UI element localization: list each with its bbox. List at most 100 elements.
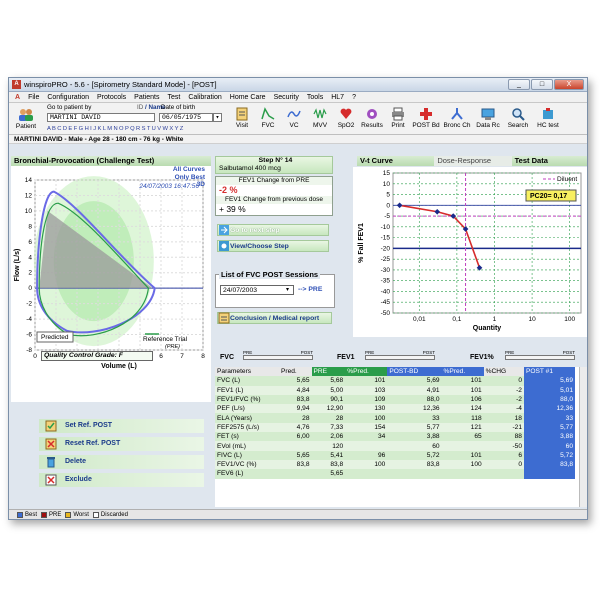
set-ref-post-button[interactable]: Set Ref. POST: [39, 419, 204, 433]
fvc-button[interactable]: FVC: [255, 103, 281, 133]
dob-dropdown-icon[interactable]: ▾: [213, 113, 222, 122]
dose-response-chart[interactable]: 15 10 5 0 -5 -10 -15 -20 -25 -30 -35 -40 -45 -50 0,01 0…: [353, 167, 588, 337]
session-dropdown-icon[interactable]: ▾: [286, 286, 289, 293]
patient-label: Patient: [15, 122, 37, 130]
patient-name-field[interactable]: MARTINI DAVID: [47, 113, 155, 122]
app-menu-icon[interactable]: A: [11, 94, 24, 101]
param-name-cell: FET (s): [215, 432, 279, 442]
legend-pre: (PRE): [165, 344, 180, 350]
menu-home-care[interactable]: Home Care: [226, 94, 270, 101]
patient-button[interactable]: Patient: [9, 104, 43, 134]
table-row[interactable]: FEF2575 (L/s) 4,76 7,33 154 5,77 121 -21 5,77: [215, 422, 575, 433]
value-cell: 60: [523, 441, 575, 451]
col-pred[interactable]: Pred.: [279, 367, 312, 377]
table-row[interactable]: ELA (Years) 28 28 100 33 118 18 33: [215, 413, 575, 423]
y-tick-label: -10: [381, 224, 391, 231]
menu-help[interactable]: ?: [348, 94, 360, 101]
view-step-icon: [219, 241, 229, 251]
value-cell: 101: [345, 376, 388, 386]
alphabet-index[interactable]: A B C D E F G H I J K L M N O P Q R S T …: [47, 126, 183, 132]
menu-calibration[interactable]: Calibration: [184, 94, 225, 101]
flow-volume-chart[interactable]: 14121086420-2-4-6-801234567824/07/2003 1…: [11, 166, 211, 402]
menu-configuration[interactable]: Configuration: [43, 94, 93, 101]
value-cell: 4,76: [279, 422, 312, 433]
view-step-button[interactable]: View/Choose Step: [217, 240, 329, 252]
mvv-button[interactable]: MVV: [307, 103, 333, 133]
x-tick-label: 8: [201, 353, 205, 360]
search-button[interactable]: Search: [503, 103, 533, 133]
table-row[interactable]: FVC (L) 5,65 5,68 101 5,69 101 0 5,69: [215, 376, 575, 386]
table-row[interactable]: PEF (L/s) 9,94 12,90 130 12,36 124 -4 12,36: [215, 404, 575, 414]
hc-test-button[interactable]: HC test: [533, 103, 563, 133]
sessions-label: List of FVC POST Sessions: [219, 270, 321, 279]
menu-test[interactable]: Test: [163, 94, 184, 101]
next-step-button[interactable]: Go to next step: [217, 224, 329, 236]
spo2-button[interactable]: SpO2: [333, 103, 359, 133]
fev1pct-selector[interactable]: PRE POST: [505, 350, 575, 361]
menu-patients[interactable]: Patients: [130, 94, 163, 101]
value-cell: 5,65: [279, 376, 312, 386]
curve-options[interactable]: All Curves Only Best 3D: [139, 166, 205, 189]
post-bd-label: POST Bd: [412, 122, 440, 129]
tab-dose-response[interactable]: Dose-Response: [434, 156, 512, 166]
bronc-ch-button[interactable]: Bronc Ch: [441, 103, 473, 133]
table-row[interactable]: FEV1/VC (%) 83,8 83,8 100 83,8 100 0 83,8: [215, 459, 575, 470]
col-post-pct[interactable]: %Pred.: [441, 367, 484, 377]
pre-swatch: [41, 511, 48, 518]
table-row[interactable]: FEV1/FVC (%) 83,8 90,1 109 88,0 106 -2 88,0: [215, 394, 575, 405]
minimize-button[interactable]: _: [508, 79, 530, 90]
table-row[interactable]: FET (s) 6,00 2,06 34 3,88 65 88 3,88: [215, 432, 575, 442]
maximize-button[interactable]: □: [531, 79, 553, 90]
menu-tools[interactable]: Tools: [303, 94, 327, 101]
menu-protocols[interactable]: Protocols: [93, 94, 130, 101]
table-row[interactable]: FIVC (L) 5,65 5,41 96 5,72 101 6 5,72: [215, 450, 575, 460]
fvc-icon: [260, 107, 276, 121]
col-chg[interactable]: %CHG: [483, 367, 524, 377]
tab-test-data[interactable]: Test Data: [511, 156, 587, 166]
col-pre[interactable]: PRE: [311, 367, 346, 377]
visit-button[interactable]: Visit: [229, 103, 255, 133]
table-row[interactable]: FEV6 (L) 5,65: [215, 469, 575, 479]
results-label: Results: [361, 122, 383, 129]
data-rc-button[interactable]: Data Rc: [473, 103, 503, 133]
close-button[interactable]: X: [554, 79, 584, 90]
col-pre-pct[interactable]: %Pred.: [345, 367, 388, 377]
post-bd-button[interactable]: POST Bd: [411, 103, 441, 133]
value-cell: 5,65: [311, 469, 346, 479]
menu-security[interactable]: Security: [270, 94, 303, 101]
fvc-post-tag: POST: [300, 350, 313, 355]
worst-swatch: [65, 511, 72, 518]
tab-vt-curve[interactable]: V-t Curve: [357, 156, 435, 166]
table-row[interactable]: EVol (mL) 120 60 -50 60: [215, 441, 575, 451]
value-cell: 100: [345, 459, 388, 470]
session-select[interactable]: 24/07/2003: [220, 285, 294, 295]
results-button[interactable]: Results: [359, 103, 385, 133]
col-post1[interactable]: POST #1: [523, 367, 575, 377]
table-row[interactable]: FEV1 (L) 4,84 5,00 103 4,91 101 -2 5,01: [215, 385, 575, 395]
print-button[interactable]: Print: [385, 103, 411, 133]
value-cell: -2: [483, 385, 524, 395]
col-parameters[interactable]: Parameters: [215, 367, 279, 377]
vc-button[interactable]: VC: [281, 103, 307, 133]
y-tick-label: 12: [25, 192, 33, 199]
reset-ref-post-button[interactable]: Reset Ref. POST: [39, 437, 204, 451]
exclude-button[interactable]: Exclude: [39, 473, 204, 487]
value-cell: -50: [483, 441, 524, 451]
fvc-selector[interactable]: PRE POST: [243, 350, 313, 361]
param-name-cell: FEV1/FVC (%): [215, 394, 279, 405]
value-cell: [441, 469, 484, 479]
table-scrollbar[interactable]: [579, 367, 587, 507]
delete-button[interactable]: Delete: [39, 455, 204, 469]
col-post-bd[interactable]: POST-BD: [387, 367, 442, 377]
patient-dob-field[interactable]: 06/05/1975: [159, 113, 213, 122]
id-label[interactable]: ID: [137, 104, 143, 111]
menu-hl7[interactable]: HL7: [327, 94, 348, 101]
menu-file[interactable]: File: [24, 94, 43, 101]
value-cell: 5,41: [311, 450, 346, 460]
value-cell: -4: [483, 404, 524, 414]
patient-icon: [18, 108, 34, 122]
conclusion-button[interactable]: Conclusion / Medical report: [217, 312, 332, 324]
pre-link[interactable]: --> PRE: [298, 286, 322, 293]
app-logo-icon: A: [12, 80, 21, 89]
fev1-selector[interactable]: PRE POST: [365, 350, 435, 361]
